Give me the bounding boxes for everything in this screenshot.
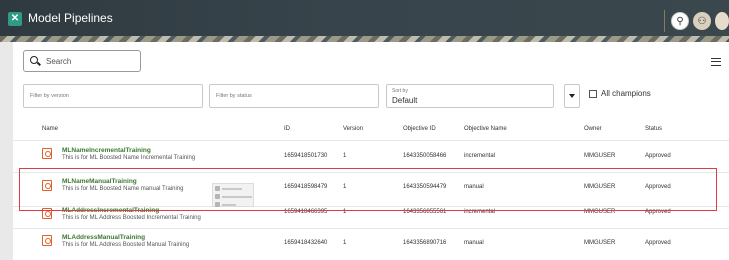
pipeline-name-link[interactable]: MLAddressManualTraining [62, 234, 145, 241]
all-champions-toggle[interactable]: All champions [589, 89, 651, 98]
column-header-version[interactable]: Version [343, 126, 363, 132]
pipeline-description: This is for ML Address Boosted Increment… [62, 215, 201, 221]
profile-icon[interactable]: ⚇ [693, 12, 711, 30]
search-icon [30, 56, 40, 66]
highlight-box [19, 168, 717, 211]
cell-status: Approved [645, 240, 671, 246]
cell-objective-name: incremental [464, 153, 496, 159]
column-header-objective-id[interactable]: Objective ID [403, 126, 436, 132]
column-header-status[interactable]: Status [645, 126, 662, 132]
cell-version: 1 [343, 240, 347, 246]
cell-version: 1 [343, 153, 347, 159]
checkbox-icon[interactable] [589, 89, 597, 98]
sort-dropdown-button[interactable] [564, 84, 580, 108]
cell-status: Approved [645, 153, 671, 159]
list-view-icon[interactable] [711, 58, 721, 66]
table-row[interactable]: MLAddressManualTraining This is for ML A… [13, 230, 729, 258]
header-actions: ⚲ ⚇ [664, 10, 729, 32]
pipeline-description: This is for ML Address Boosted Manual Tr… [62, 242, 190, 248]
status-filter[interactable]: Filter by status [209, 84, 379, 108]
cell-objective-id: 1643356890716 [403, 240, 447, 246]
column-header-owner[interactable]: Owner [584, 126, 602, 132]
cell-objective-id: 1643350058466 [403, 153, 447, 159]
sort-label: Sort by [392, 88, 408, 94]
app-logo-icon: ✕ [8, 12, 22, 26]
pipelines-panel: Search Filter by version Filter by statu… [13, 42, 729, 260]
all-champions-label: All champions [601, 89, 651, 98]
search-input[interactable]: Search [23, 50, 141, 72]
cell-owner: MMGUSER [584, 240, 616, 246]
avatar[interactable] [715, 12, 729, 30]
cell-owner: MMGUSER [584, 153, 616, 159]
sort-value: Default [392, 96, 418, 105]
sort-select[interactable]: Sort by Default [386, 84, 554, 108]
row-divider [13, 228, 729, 229]
cell-objective-name: manual [464, 240, 484, 246]
column-header-objective-name[interactable]: Objective Name [464, 126, 507, 132]
column-header-name[interactable]: Name [42, 126, 58, 132]
pipeline-name-link[interactable]: MLNameIncrementalTraining [62, 147, 151, 154]
row-divider [13, 140, 729, 141]
version-filter[interactable]: Filter by version [23, 84, 203, 108]
pipeline-icon [42, 148, 52, 159]
search-placeholder: Search [46, 56, 72, 66]
cell-id: 1659418501730 [284, 153, 328, 159]
column-header-id[interactable]: ID [284, 126, 290, 132]
page-title: Model Pipelines [28, 11, 113, 25]
header-divider [664, 10, 665, 32]
pipeline-icon [42, 235, 52, 246]
pipeline-description: This is for ML Boosted Name Incremental … [62, 155, 196, 161]
user-icon[interactable]: ⚲ [671, 12, 689, 30]
app-header: ✕ Model Pipelines ⚲ ⚇ [0, 0, 729, 36]
cell-id: 1659418432640 [284, 240, 328, 246]
chevron-down-icon [569, 94, 575, 98]
